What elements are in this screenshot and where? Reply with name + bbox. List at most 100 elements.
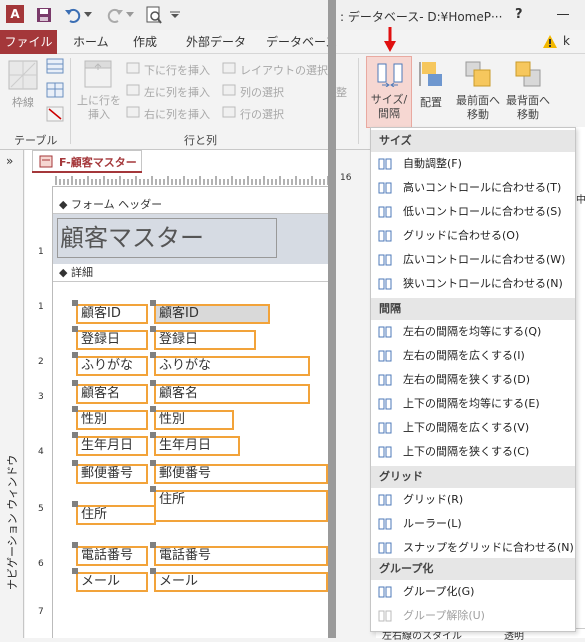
menu-item[interactable]: グリッドに合わせる(O) — [371, 224, 575, 248]
menu-item[interactable]: スナップをグリッドに合わせる(N) — [371, 536, 575, 560]
gridlines-label[interactable]: 枠線 — [8, 94, 38, 110]
minimize-button[interactable] — [557, 14, 569, 15]
move-handle[interactable] — [72, 542, 78, 548]
menu-item[interactable]: ルーラー(L) — [371, 512, 575, 536]
menu-item[interactable]: 左右の間隔を狭くする(D) — [371, 368, 575, 392]
field-label[interactable]: 住所 — [76, 505, 156, 525]
field-label[interactable]: メール — [76, 572, 148, 592]
tab-database[interactable]: データベース — [266, 30, 337, 54]
select-column-icon[interactable] — [222, 84, 236, 96]
menu-item[interactable]: 上下の間隔を狭くする(C) — [371, 440, 575, 464]
gridlines-icon[interactable] — [8, 60, 38, 90]
insert-left-label[interactable]: 左に列を挿入 — [144, 84, 210, 100]
move-handle[interactable] — [72, 568, 78, 574]
field-textbox[interactable]: 住所 — [154, 490, 328, 522]
field-textbox[interactable]: 郵便番号 — [154, 464, 328, 484]
detail-bar[interactable]: ◆ 詳細 — [53, 264, 328, 282]
form-title-label[interactable]: 顧客マスター — [57, 218, 277, 258]
menu-item[interactable]: 左右の間隔を広くする(I) — [371, 344, 575, 368]
navigation-pane-label[interactable]: ナビゲーション ウィンドウ — [4, 455, 20, 590]
tabular-icon[interactable] — [46, 82, 64, 98]
customize-toolbar-icon[interactable] — [170, 11, 180, 19]
field-textbox[interactable]: 生年月日 — [154, 436, 240, 456]
field-textbox[interactable]: 顧客ID — [154, 304, 270, 324]
move-handle[interactable] — [72, 352, 78, 358]
move-handle[interactable] — [72, 380, 78, 386]
move-handle[interactable] — [150, 432, 156, 438]
insert-above-icon[interactable] — [84, 60, 112, 88]
move-handle[interactable] — [150, 300, 156, 306]
insert-right-label[interactable]: 右に列を挿入 — [144, 106, 210, 122]
undo-dropdown-icon[interactable] — [84, 12, 92, 18]
undo-icon[interactable] — [64, 7, 82, 23]
menu-item[interactable]: 上下の間隔を均等にする(E) — [371, 392, 575, 416]
insert-left-icon[interactable] — [126, 84, 140, 96]
menu-item[interactable]: 高いコントロールに合わせる(T) — [371, 176, 575, 200]
document-tab[interactable]: F-顧客マスター — [32, 150, 142, 172]
insert-below-label[interactable]: 下に行を挿入 — [144, 62, 210, 78]
form-header-bar[interactable]: ◆ フォーム ヘッダー — [53, 196, 328, 214]
send-back-label[interactable]: 最背面へ移動 — [502, 94, 554, 122]
arrange-icon[interactable] — [418, 60, 446, 88]
field-label[interactable]: 登録日 — [76, 330, 148, 350]
move-handle[interactable] — [72, 501, 78, 507]
select-row-icon[interactable] — [222, 106, 236, 118]
send-back-icon[interactable] — [514, 60, 542, 88]
move-handle[interactable] — [150, 326, 156, 332]
menu-item[interactable]: グループ解除(U) — [371, 604, 575, 628]
merge-label[interactable]: 整 — [336, 84, 347, 100]
move-handle[interactable] — [150, 542, 156, 548]
size-spacing-button[interactable]: サイズ/間隔 — [366, 56, 412, 128]
move-handle[interactable] — [72, 406, 78, 412]
tab-home[interactable]: ホーム — [73, 30, 109, 54]
arrange-label[interactable]: 配置 — [414, 94, 448, 110]
move-handle[interactable] — [72, 326, 78, 332]
tab-external-data[interactable]: 外部データ — [186, 30, 246, 54]
select-layout-label[interactable]: レイアウトの選択 — [240, 62, 328, 78]
menu-item[interactable]: グループ化(G) — [371, 580, 575, 604]
move-handle[interactable] — [150, 486, 156, 492]
move-handle[interactable] — [150, 380, 156, 386]
field-label[interactable]: 顧客ID — [76, 304, 148, 324]
print-preview-icon[interactable] — [146, 6, 162, 24]
field-textbox[interactable]: 登録日 — [154, 330, 256, 350]
tab-file[interactable]: ファイル — [0, 30, 57, 54]
menu-item[interactable]: グリッド(R) — [371, 488, 575, 512]
field-textbox[interactable]: 性別 — [154, 410, 234, 430]
menu-item[interactable]: 狭いコントロールに合わせる(N) — [371, 272, 575, 296]
field-label[interactable]: 電話番号 — [76, 546, 148, 566]
move-handle[interactable] — [72, 300, 78, 306]
redo-icon[interactable] — [106, 7, 124, 23]
menu-item[interactable]: 低いコントロールに合わせる(S) — [371, 200, 575, 224]
field-label[interactable]: 郵便番号 — [76, 464, 148, 484]
user-initial[interactable]: k — [563, 34, 570, 48]
stacked-icon[interactable] — [46, 58, 64, 74]
field-textbox[interactable]: メール — [154, 572, 328, 592]
select-column-label[interactable]: 列の選択 — [240, 84, 284, 100]
field-label[interactable]: 性別 — [76, 410, 148, 430]
field-label[interactable]: 顧客名 — [76, 384, 148, 404]
field-label[interactable]: 生年月日 — [76, 436, 148, 456]
move-handle[interactable] — [150, 352, 156, 358]
field-label[interactable]: ふりがな — [76, 356, 148, 376]
menu-item[interactable]: 左右の間隔を均等にする(Q) — [371, 320, 575, 344]
menu-item[interactable]: 広いコントロールに合わせる(W) — [371, 248, 575, 272]
field-textbox[interactable]: 電話番号 — [154, 546, 328, 566]
move-handle[interactable] — [150, 568, 156, 574]
move-handle[interactable] — [150, 460, 156, 466]
nav-pane-toggle[interactable]: » — [6, 154, 13, 168]
move-handle[interactable] — [72, 460, 78, 466]
field-textbox[interactable]: ふりがな — [154, 356, 310, 376]
move-handle[interactable] — [72, 432, 78, 438]
field-textbox[interactable]: 顧客名 — [154, 384, 310, 404]
select-layout-icon[interactable] — [222, 62, 236, 74]
help-button[interactable]: ? — [515, 7, 523, 22]
bring-front-label[interactable]: 最前面へ移動 — [452, 94, 504, 122]
menu-item[interactable]: 自動調整(F) — [371, 152, 575, 176]
bring-front-icon[interactable] — [464, 60, 492, 88]
select-row-label[interactable]: 行の選択 — [240, 106, 284, 122]
remove-layout-icon[interactable] — [46, 106, 64, 122]
tab-create[interactable]: 作成 — [133, 30, 157, 54]
insert-above-label[interactable]: 上に行を挿入 — [76, 94, 122, 122]
insert-right-icon[interactable] — [126, 106, 140, 118]
